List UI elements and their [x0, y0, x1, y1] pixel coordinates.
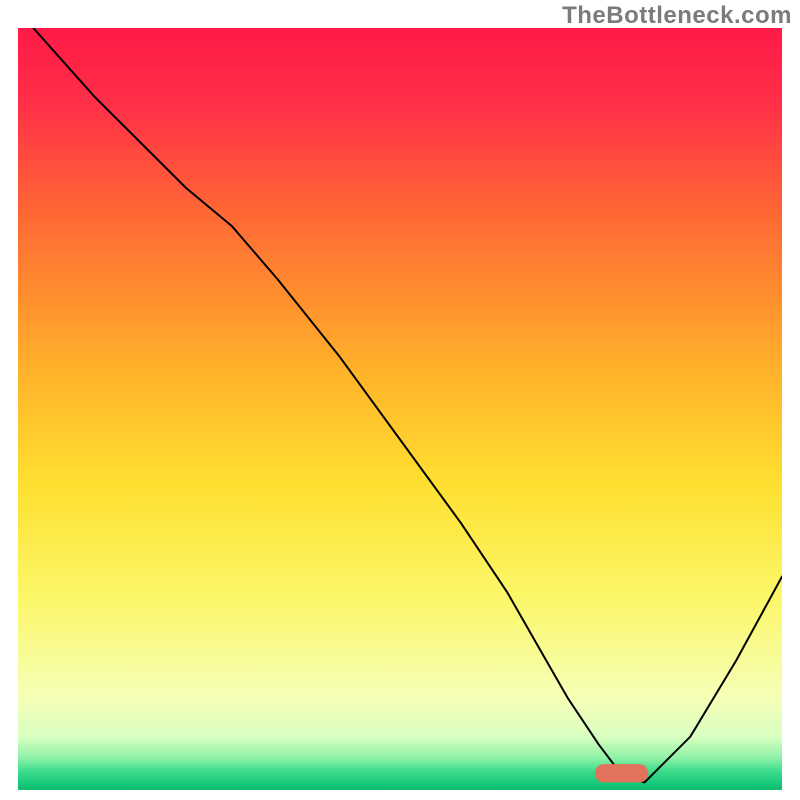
chart-svg [18, 28, 782, 790]
optimal-range-marker [595, 764, 649, 782]
gradient-background [18, 28, 782, 790]
bottleneck-chart [18, 28, 782, 790]
attribution-label: TheBottleneck.com [562, 2, 792, 30]
